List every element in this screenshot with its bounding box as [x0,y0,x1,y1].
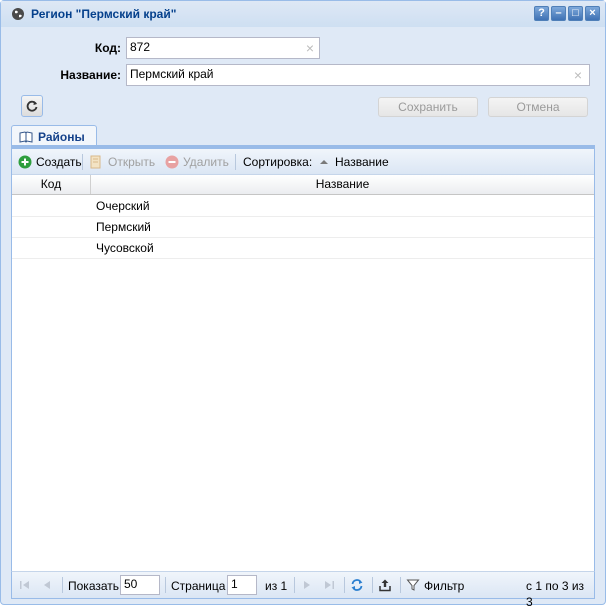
refresh-icon [26,100,38,112]
cell-name: Очерский [96,199,150,213]
paging-summary: с 1 по 3 из 3 [526,579,585,609]
paging-separator [400,577,401,593]
table-row[interactable]: Чусовской [12,238,594,259]
open-document-icon[interactable] [89,155,103,169]
reload-icon[interactable] [350,578,364,592]
create-button[interactable]: Создать [36,154,82,170]
delete-icon[interactable] [165,155,179,169]
window-title: Регион "Пермский край" [31,7,177,21]
open-button[interactable]: Открыть [108,154,155,170]
grid-header: Код Название [12,175,594,195]
page-number-value: 1 [231,577,238,591]
page-size-value: 50 [124,577,138,591]
districts-grid: Создать Открыть Удалить Сортировка: Назв… [11,148,595,597]
column-header-name[interactable]: Название [91,175,594,194]
save-button[interactable]: Сохранить [378,97,478,117]
filter-button[interactable]: Фильтр [424,578,464,594]
toolbar-separator [235,154,236,170]
close-button[interactable]: × [585,6,600,21]
refresh-button[interactable] [21,95,43,117]
filter-icon[interactable] [406,578,420,592]
window-titlebar[interactable]: Регион "Пермский край" ? – □ × [1,1,605,27]
page-count-label: из 1 [265,579,288,593]
previous-page-icon[interactable] [40,578,54,592]
show-label: Показать [68,579,120,593]
sort-label: Сортировка: [243,155,313,169]
first-page-icon[interactable] [18,578,32,592]
last-page-icon[interactable] [322,578,336,592]
tab-label: Районы [38,130,85,144]
globe-icon [12,8,24,20]
page-label: Страница [171,579,226,593]
maximize-button[interactable]: □ [568,6,583,21]
name-value: Пермский край [130,67,214,81]
page-number-input[interactable]: 1 [227,575,257,595]
name-label: Название: [60,68,121,82]
table-row[interactable]: Пермский [12,217,594,238]
code-field[interactable]: 872 [126,37,320,59]
grid-toolbar: Создать Открыть Удалить Сортировка: Назв… [12,149,594,175]
delete-button[interactable]: Удалить [183,154,229,170]
add-icon[interactable] [18,155,32,169]
districts-tabpanel: Районы Создать Открыть Удалить Сортировк… [11,125,595,597]
table-row[interactable]: Очерский [12,196,594,217]
next-page-icon[interactable] [300,578,314,592]
cell-name: Чусовской [96,241,154,255]
cancel-button[interactable]: Отмена [488,97,588,117]
book-icon [19,131,33,143]
paging-separator [344,577,345,593]
clear-code-icon[interactable]: × [303,41,317,55]
tab-districts[interactable]: Районы [11,125,97,147]
paging-separator [165,577,166,593]
region-window: Регион "Пермский край" ? – □ × Код: 872 … [0,0,606,609]
paging-separator [372,577,373,593]
toolbar-separator [82,154,83,170]
help-button[interactable]: ? [534,6,549,21]
export-icon[interactable] [378,578,392,592]
cell-name: Пермский [96,220,151,234]
code-value: 872 [130,40,151,54]
page-size-input[interactable]: 50 [120,575,160,595]
name-field[interactable]: Пермский край [126,64,590,86]
column-header-code[interactable]: Код [12,175,90,194]
clear-name-icon[interactable]: × [571,68,585,82]
sort-field-button[interactable]: Название [335,154,389,170]
paging-separator [62,577,63,593]
paging-toolbar: Показать 50 Страница 1 из 1 Фильтр с 1 п… [11,571,595,609]
paging-separator [294,577,295,593]
minimize-button[interactable]: – [551,6,566,21]
code-label: Код: [94,41,121,55]
sort-asc-icon[interactable] [317,155,331,169]
window-body: Код: 872 × Название: Пермский край × Сох… [7,27,599,609]
